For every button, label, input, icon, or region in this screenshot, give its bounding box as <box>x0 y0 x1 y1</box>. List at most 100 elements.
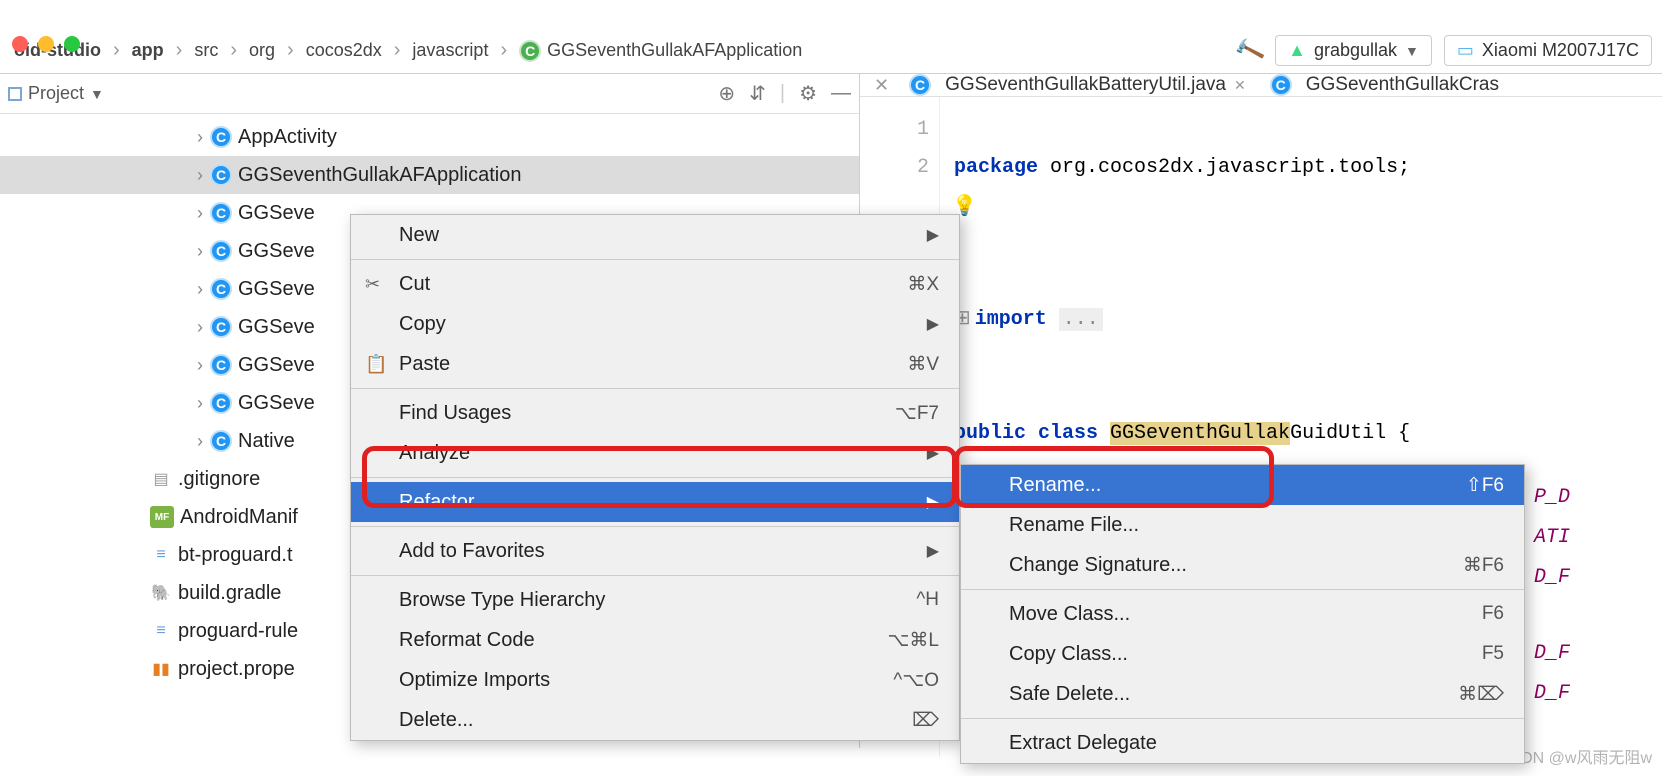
menu-label: Copy <box>399 313 446 336</box>
menu-label: Copy Class... <box>1009 643 1128 666</box>
breadcrumb-item[interactable]: cocos2dx <box>302 40 386 61</box>
close-tab-icon[interactable]: ✕ <box>1234 77 1246 94</box>
shortcut-label: ⇧F6 <box>1466 474 1504 497</box>
submenu-arrow-icon: ▶ <box>927 492 939 512</box>
device-dropdown[interactable]: ▭ Xiaomi M2007J17C <box>1444 35 1652 66</box>
menu-item-analyze[interactable]: Analyze▶ <box>351 433 959 473</box>
chevron-down-icon: ▼ <box>1405 43 1419 59</box>
menu-item-move-class[interactable]: Move Class...F6 <box>961 594 1524 634</box>
breadcrumb: oid-studio› app› src› org› cocos2dx› jav… <box>10 39 1236 62</box>
expand-icon[interactable]: › <box>190 127 210 148</box>
tree-label: bt-proguard.t <box>178 544 293 567</box>
menu-label: Cut <box>399 273 430 296</box>
menu-separator <box>351 259 959 260</box>
menu-item-safe-delete[interactable]: Safe Delete...⌘⌦ <box>961 674 1524 714</box>
properties-icon: ▮▮ <box>150 658 172 680</box>
android-icon: ▲ <box>1288 40 1306 61</box>
chevron-right-icon: › <box>500 39 507 62</box>
build-icon[interactable]: 🔨 <box>1232 34 1267 68</box>
expand-icon[interactable]: › <box>190 165 210 186</box>
submenu-arrow-icon: ▶ <box>927 225 939 245</box>
breadcrumb-item[interactable]: javascript <box>408 40 492 61</box>
expand-icon[interactable]: › <box>190 355 210 376</box>
tree-label: proguard-rule <box>178 620 298 643</box>
editor-tabs: ✕ C GGSeventhGullakBatteryUtil.java ✕ C … <box>860 74 1662 97</box>
expand-icon[interactable]: › <box>190 241 210 262</box>
expand-icon[interactable]: › <box>190 279 210 300</box>
refactor-submenu[interactable]: Rename... ⇧F6 Rename File...Change Signatu… <box>960 464 1525 764</box>
tool-window-header: Project ▼ ⊕ ⇵ | ⚙ — <box>0 74 859 114</box>
shortcut-label: ⌘V <box>907 353 939 376</box>
divider: | <box>780 82 785 105</box>
menu-item-new[interactable]: New▶ <box>351 215 959 255</box>
menu-item-refactor[interactable]: Refactor▶ <box>351 482 959 522</box>
collapse-icon[interactable]: ⇵ <box>749 81 766 106</box>
breadcrumb-item[interactable]: src <box>190 40 222 61</box>
tree-label: project.prope <box>178 658 295 681</box>
shortcut-label: ^⌥O <box>893 669 939 692</box>
expand-icon[interactable]: › <box>190 393 210 414</box>
tree-item[interactable]: ›CGGSeventhGullakAFApplication <box>0 156 859 194</box>
menu-item-browse-type-hierarchy[interactable]: Browse Type Hierarchy^H <box>351 580 959 620</box>
menu-item-change-signature[interactable]: Change Signature...⌘F6 <box>961 545 1524 585</box>
tree-label: AppActivity <box>238 126 337 149</box>
code-fragment: ATI <box>1534 526 1570 549</box>
menu-item-add-to-favorites[interactable]: Add to Favorites▶ <box>351 531 959 571</box>
menu-item-find-usages[interactable]: Find Usages⌥F7 <box>351 393 959 433</box>
tree-label: GGSeve <box>238 278 315 301</box>
tree-label: build.gradle <box>178 582 281 605</box>
menu-label: Optimize Imports <box>399 669 550 692</box>
expand-icon[interactable]: › <box>190 431 210 452</box>
gear-icon[interactable]: ⚙ <box>799 81 817 106</box>
menu-item-extract-delegate[interactable]: Extract Delegate <box>961 723 1524 763</box>
breadcrumb-item[interactable]: org <box>245 40 279 61</box>
tree-label: GGSeve <box>238 240 315 263</box>
menu-label: Rename... <box>1009 474 1101 497</box>
toolbar: oid-studio› app› src› org› cocos2dx› jav… <box>0 28 1662 74</box>
menu-item-rename-file[interactable]: Rename File... <box>961 505 1524 545</box>
breadcrumb-item[interactable]: CGGSeventhGullakAFApplication <box>515 40 806 62</box>
close-tab-icon[interactable]: ✕ <box>874 75 889 96</box>
gradle-icon: 🐘 <box>150 582 172 604</box>
editor-tab[interactable]: C GGSeventhGullakCras <box>1258 74 1511 96</box>
breadcrumb-item[interactable]: app <box>128 40 168 61</box>
hide-icon[interactable]: — <box>831 82 851 105</box>
shortcut-label: ⌘⌦ <box>1458 683 1504 706</box>
tree-item[interactable]: ›CAppActivity <box>0 118 859 156</box>
menu-item-paste[interactable]: 📋Paste⌘V <box>351 344 959 384</box>
menu-separator <box>961 589 1524 590</box>
device-label: Xiaomi M2007J17C <box>1482 40 1639 61</box>
menu-icon: 📋 <box>365 354 387 375</box>
menu-label: Delete... <box>399 709 473 732</box>
tool-window-title[interactable]: Project ▼ <box>8 83 718 104</box>
context-menu[interactable]: New▶✂Cut⌘XCopy▶📋Paste⌘VFind Usages⌥F7Ana… <box>350 214 960 741</box>
chevron-right-icon: › <box>230 39 237 62</box>
code-fragment: D_F <box>1534 682 1570 705</box>
menu-item-rename[interactable]: Rename... ⇧F6 <box>961 465 1524 505</box>
class-icon: C <box>210 354 232 376</box>
minimize-window-icon[interactable] <box>38 36 54 52</box>
close-window-icon[interactable] <box>12 36 28 52</box>
menu-item-delete[interactable]: Delete...⌦ <box>351 700 959 740</box>
expand-icon[interactable]: › <box>190 317 210 338</box>
tree-label: GGSeve <box>238 392 315 415</box>
toolbar-right: 🔨 ▲ grabgullak ▼ ▭ Xiaomi M2007J17C <box>1236 35 1652 66</box>
menu-item-copy-class[interactable]: Copy Class...F5 <box>961 634 1524 674</box>
run-config-dropdown[interactable]: ▲ grabgullak ▼ <box>1275 35 1432 66</box>
tree-label: AndroidManif <box>180 506 298 529</box>
shortcut-label: F6 <box>1482 603 1504 625</box>
editor-tab[interactable]: C GGSeventhGullakBatteryUtil.java ✕ <box>897 74 1258 96</box>
file-icon: ▤ <box>150 468 172 490</box>
menu-separator <box>351 477 959 478</box>
menu-item-cut[interactable]: ✂Cut⌘X <box>351 264 959 304</box>
menu-item-reformat-code[interactable]: Reformat Code⌥⌘L <box>351 620 959 660</box>
expand-icon[interactable]: › <box>190 203 210 224</box>
shortcut-label: ⌥⌘L <box>888 629 939 652</box>
menu-item-copy[interactable]: Copy▶ <box>351 304 959 344</box>
tree-label: GGSeve <box>238 316 315 339</box>
maximize-window-icon[interactable] <box>64 36 80 52</box>
target-icon[interactable]: ⊕ <box>718 81 735 106</box>
chevron-right-icon: › <box>287 39 294 62</box>
tree-label: GGSeve <box>238 354 315 377</box>
menu-item-optimize-imports[interactable]: Optimize Imports ^⌥O <box>351 660 959 700</box>
